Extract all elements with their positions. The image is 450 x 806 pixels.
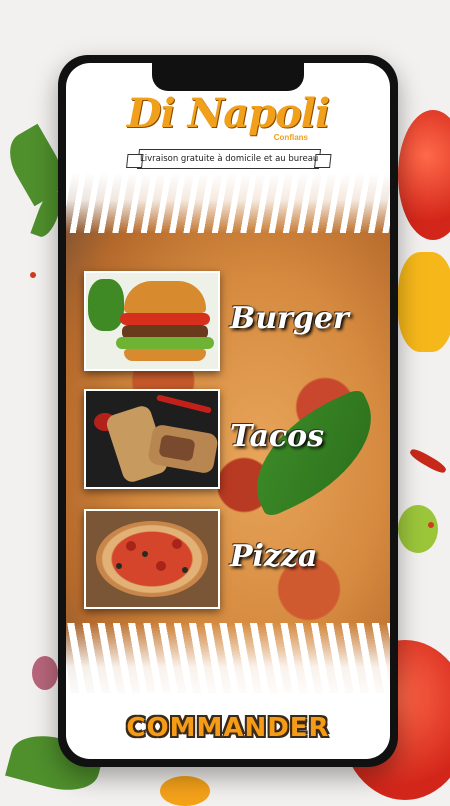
burger-image xyxy=(84,271,220,371)
tacos-image xyxy=(84,389,220,489)
phone-frame: Di Napoli Conflans Livraison gratuite à … xyxy=(58,55,398,767)
pepper-flake-decoration xyxy=(428,522,434,528)
tomato-decoration xyxy=(398,110,450,240)
menu-item-tacos[interactable]: Tacos xyxy=(84,389,384,489)
menu-item-pizza[interactable]: Pizza xyxy=(84,509,384,609)
logo-location: Conflans xyxy=(273,133,308,142)
yellow-pepper-decoration xyxy=(398,252,450,352)
app-screen: Di Napoli Conflans Livraison gratuite à … xyxy=(66,63,390,759)
grunge-border-top xyxy=(66,173,390,233)
menu-item-label: Tacos xyxy=(230,419,325,454)
grunge-border-bottom xyxy=(66,623,390,703)
commander-button[interactable]: COMMANDER xyxy=(66,713,390,743)
onion-decoration xyxy=(32,656,58,690)
pepper-flake-decoration xyxy=(30,272,36,278)
green-tomato-decoration xyxy=(398,505,438,553)
chili-decoration xyxy=(408,446,448,476)
pizza-image xyxy=(84,509,220,609)
logo: Di Napoli Conflans xyxy=(66,90,390,143)
menu-item-label: Burger xyxy=(230,301,349,336)
phone-notch xyxy=(152,63,304,91)
tagline-text: Livraison gratuite à domicile et au bure… xyxy=(139,154,319,164)
orange-pepper-decoration xyxy=(160,776,210,806)
logo-brand-name: Di Napoli xyxy=(126,90,330,137)
tagline-ribbon: Livraison gratuite à domicile et au bure… xyxy=(136,149,322,169)
menu-item-label: Pizza xyxy=(230,539,318,574)
menu-item-burger[interactable]: Burger xyxy=(84,271,384,371)
